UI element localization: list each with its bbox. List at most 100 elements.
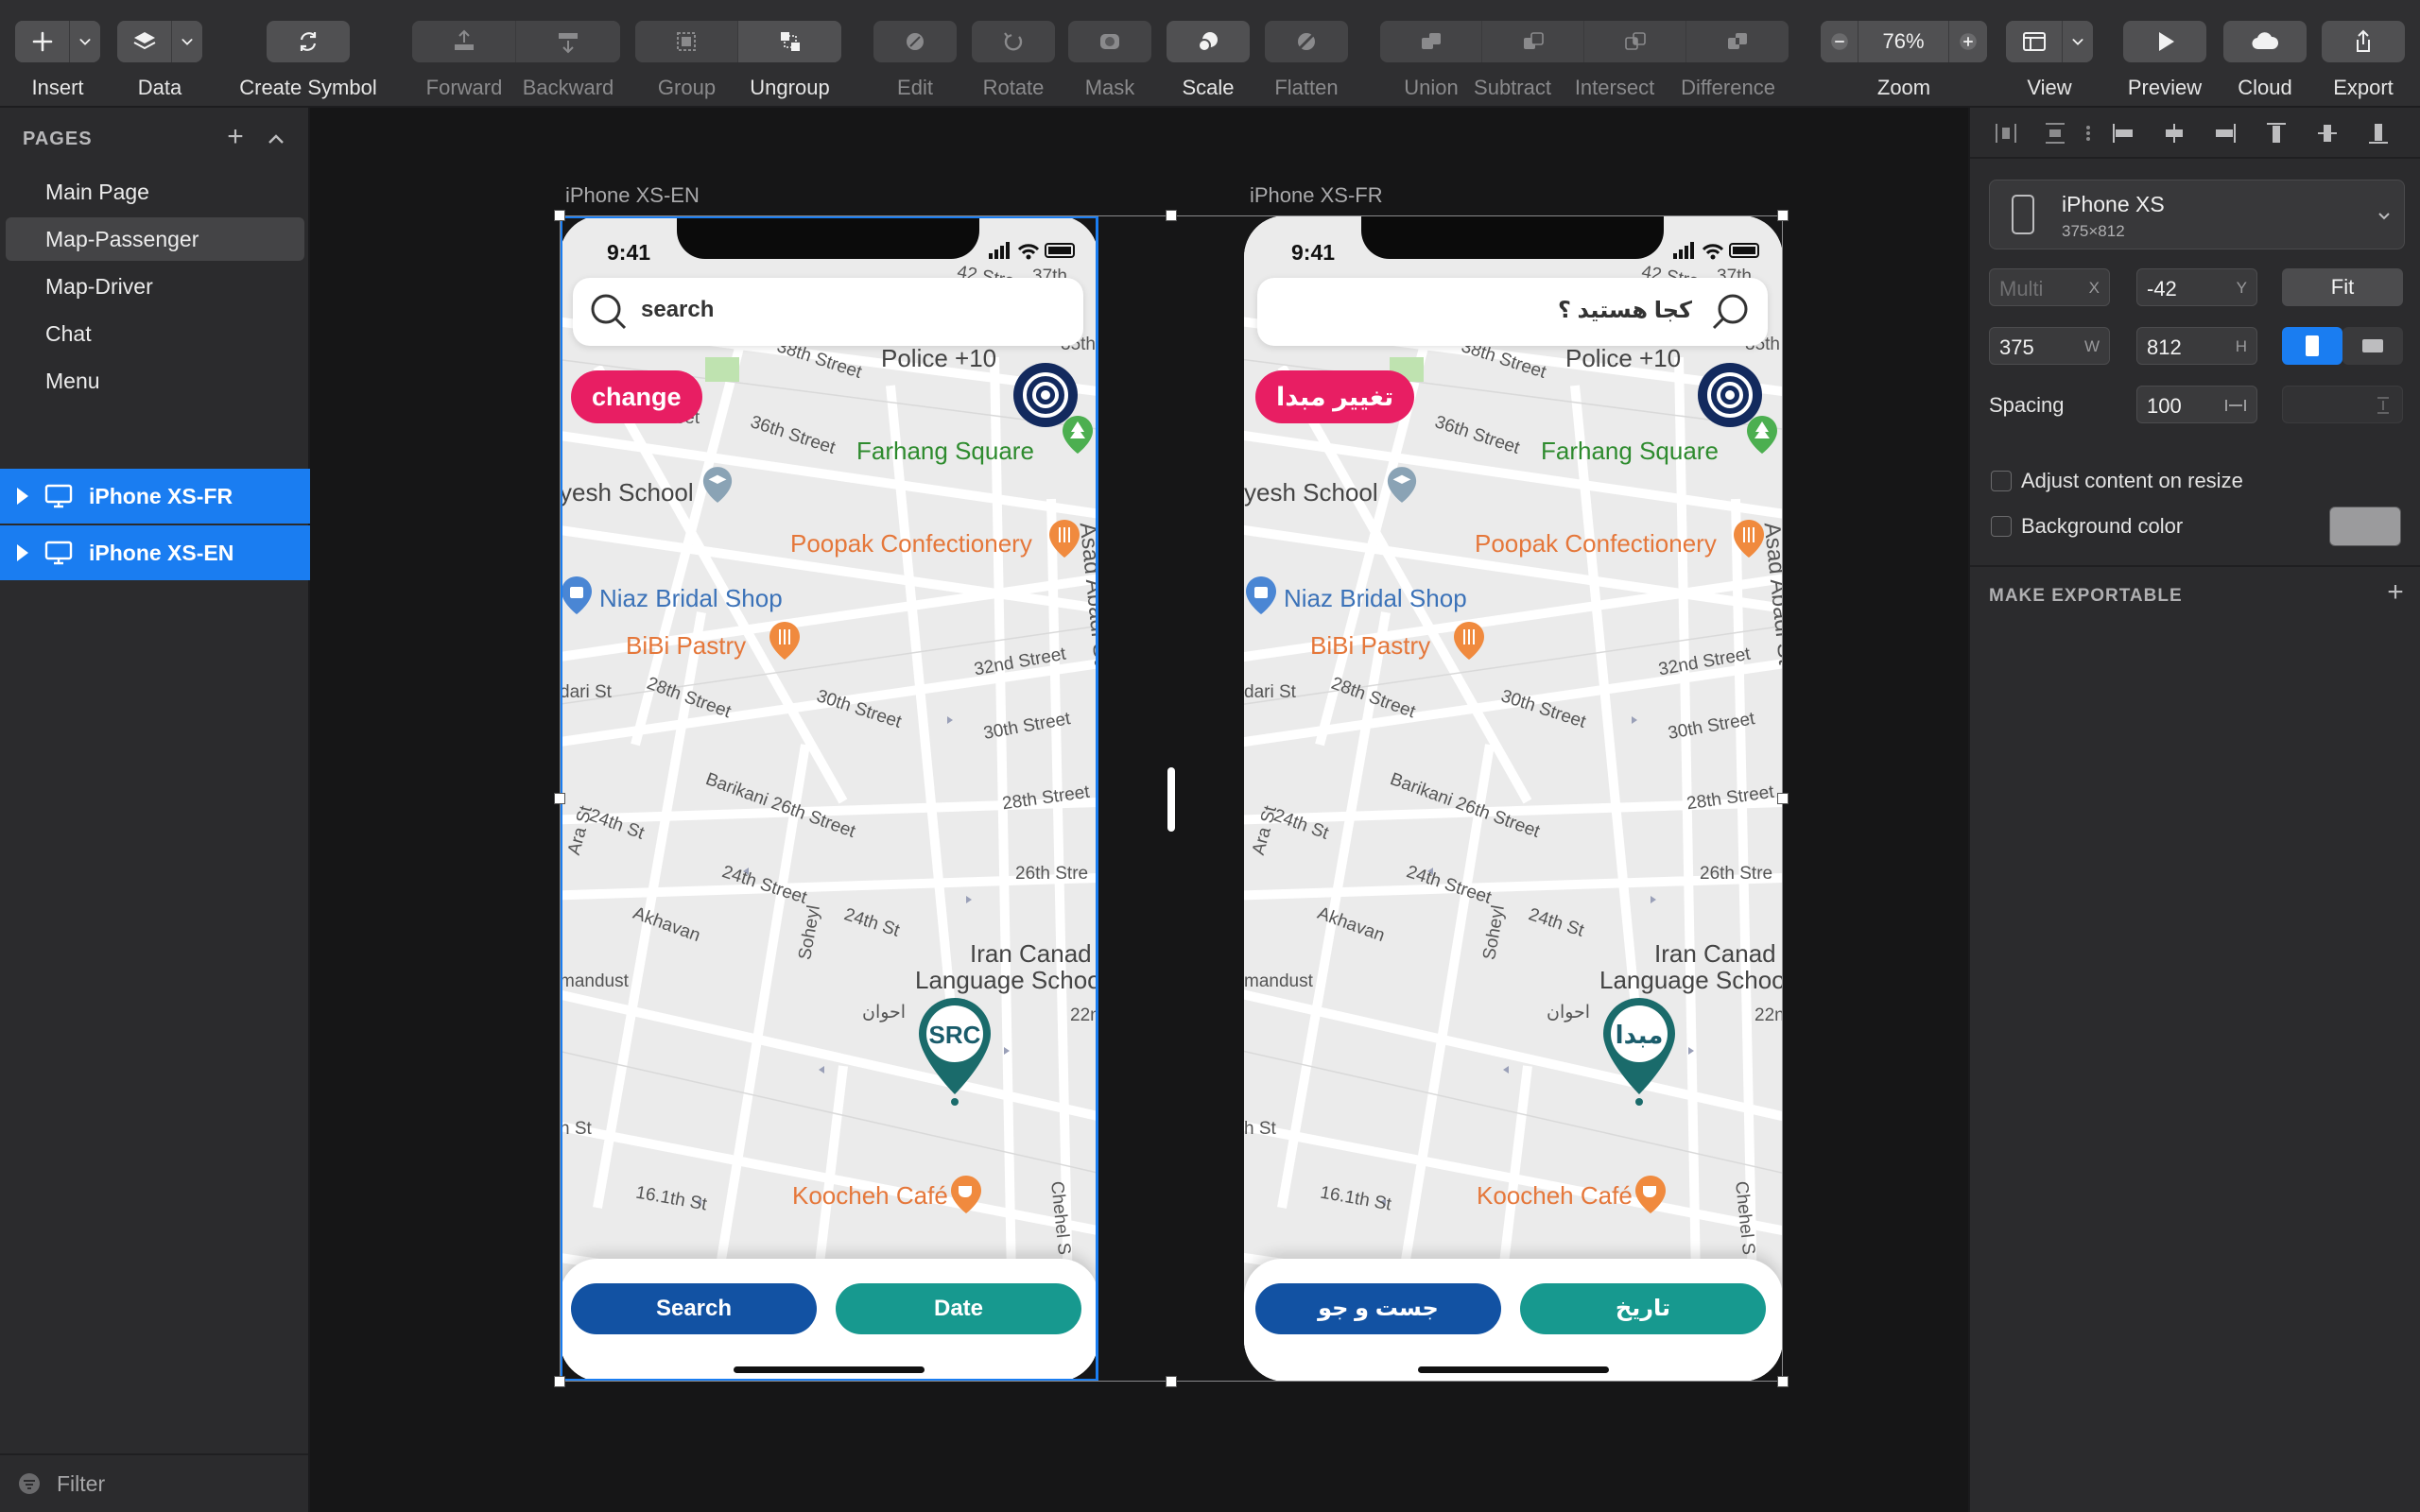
- locate-me-button[interactable]: [1011, 361, 1080, 429]
- more-icon[interactable]: [2083, 120, 2093, 146]
- data-button-group[interactable]: [117, 21, 202, 62]
- edit-button[interactable]: [873, 21, 957, 62]
- resize-handle[interactable]: [554, 1376, 565, 1387]
- change-button[interactable]: تغییر مبدا: [1255, 370, 1415, 423]
- add-export-button[interactable]: +: [2382, 578, 2409, 607]
- page-item-chat[interactable]: Chat: [6, 312, 304, 355]
- mask-button[interactable]: [1068, 21, 1151, 62]
- disclosure-triangle-icon[interactable]: [17, 544, 28, 561]
- landscape-toggle[interactable]: [2342, 327, 2403, 365]
- resize-handle[interactable]: [1777, 793, 1789, 804]
- filter-icon[interactable]: [17, 1471, 42, 1496]
- align-middle-icon[interactable]: [2314, 120, 2341, 146]
- resize-handle[interactable]: [1166, 210, 1177, 221]
- flatten-button[interactable]: [1265, 21, 1348, 62]
- data-dropdown[interactable]: [172, 21, 202, 62]
- map-label-street: mandust: [560, 971, 629, 991]
- search-bar[interactable]: کجا هستید ؟: [1257, 278, 1768, 346]
- distribute-horizontal-icon[interactable]: [1993, 120, 2019, 146]
- fit-button[interactable]: Fit: [2282, 268, 2403, 306]
- resize-handle[interactable]: [1777, 1376, 1789, 1387]
- spacing-handle[interactable]: [1167, 767, 1175, 832]
- layer-item-iphone-xs-en[interactable]: iPhone XS-EN: [0, 525, 310, 580]
- view-button[interactable]: [2006, 21, 2063, 62]
- artboard-title-fr[interactable]: iPhone XS-FR: [1250, 183, 1383, 208]
- forward-button[interactable]: [412, 21, 516, 62]
- create-symbol-button[interactable]: [267, 21, 350, 62]
- artboard-iphone-xs-fr[interactable]: Police +10 38th Street 37th 42 Street 35…: [1244, 215, 1783, 1382]
- map-label-police: Police +10: [881, 344, 997, 372]
- artboard-title-en[interactable]: iPhone XS-EN: [565, 183, 700, 208]
- forward-label: Forward: [425, 76, 503, 99]
- distribute-vertical-icon[interactable]: [2042, 120, 2068, 146]
- align-right-icon[interactable]: [2212, 120, 2238, 146]
- align-center-horizontal-icon[interactable]: [2161, 120, 2187, 146]
- resize-handle[interactable]: [554, 210, 565, 221]
- intersect-button[interactable]: [1584, 21, 1686, 62]
- add-page-button[interactable]: +: [221, 123, 250, 153]
- locate-me-button[interactable]: [1696, 361, 1764, 429]
- x-position-field[interactable]: Multi X: [1989, 268, 2110, 306]
- source-pin-icon[interactable]: [915, 994, 994, 1106]
- align-left-icon[interactable]: [2110, 120, 2136, 146]
- page-item-map-driver[interactable]: Map-Driver: [6, 265, 304, 308]
- filter-input[interactable]: Filter: [57, 1471, 105, 1497]
- height-suffix: H: [2235, 337, 2247, 355]
- insert-button-group[interactable]: [15, 21, 100, 62]
- search-bar[interactable]: search: [573, 278, 1083, 346]
- search-button[interactable]: Search: [571, 1283, 817, 1334]
- cloud-button[interactable]: [2223, 21, 2307, 62]
- group-button[interactable]: [635, 21, 738, 62]
- resize-handle[interactable]: [554, 793, 565, 804]
- create-symbol-group[interactable]: [267, 21, 350, 62]
- background-color-checkbox[interactable]: [1991, 516, 2012, 537]
- export-button[interactable]: [2322, 21, 2405, 62]
- adjust-content-checkbox[interactable]: [1991, 471, 2012, 491]
- y-position-field[interactable]: -42 Y: [2136, 268, 2257, 306]
- view-dropdown[interactable]: [2063, 21, 2093, 62]
- height-field[interactable]: 812 H: [2136, 327, 2257, 365]
- date-button[interactable]: تاریخ: [1520, 1283, 1766, 1334]
- subtract-button[interactable]: [1482, 21, 1584, 62]
- disclosure-triangle-icon[interactable]: [17, 488, 28, 505]
- artboard-iphone-xs-en[interactable]: Police +10 38th Street 37th 42 Street 35…: [560, 215, 1098, 1382]
- restaurant-icon: [1734, 520, 1764, 558]
- page-item-map-passenger[interactable]: Map-Passenger: [6, 217, 304, 261]
- vertical-spacing-field[interactable]: [2282, 386, 2403, 423]
- zoom-level[interactable]: 76%: [1858, 21, 1949, 62]
- chevron-up-icon[interactable]: [263, 127, 289, 153]
- page-item-main-page[interactable]: Main Page: [6, 170, 304, 214]
- backward-button[interactable]: [516, 21, 620, 62]
- canvas[interactable]: iPhone XS-EN Police +10 38th Street 37th…: [312, 110, 1968, 1512]
- insert-button[interactable]: [15, 21, 70, 62]
- align-top-icon[interactable]: [2263, 120, 2290, 146]
- width-field[interactable]: 375 W: [1989, 327, 2110, 365]
- ungroup-button[interactable]: [738, 21, 841, 62]
- change-button[interactable]: change: [571, 370, 702, 423]
- view-button-group[interactable]: [2006, 21, 2093, 62]
- date-button[interactable]: Date: [836, 1283, 1081, 1334]
- source-pin-icon[interactable]: [1599, 994, 1679, 1106]
- page-item-menu[interactable]: Menu: [6, 359, 304, 403]
- portrait-toggle[interactable]: [2282, 327, 2342, 365]
- difference-button[interactable]: [1686, 21, 1789, 62]
- zoom-out-button[interactable]: [1821, 21, 1858, 62]
- refresh-symbol-icon: [300, 32, 317, 51]
- union-button[interactable]: [1380, 21, 1482, 62]
- search-button[interactable]: جست و جو: [1255, 1283, 1501, 1334]
- layer-item-iphone-xs-fr[interactable]: iPhone XS-FR: [0, 469, 310, 524]
- zoom-in-button[interactable]: [1949, 21, 1987, 62]
- data-button[interactable]: [117, 21, 172, 62]
- resize-handle[interactable]: [1777, 210, 1789, 221]
- spacing-field[interactable]: 100: [2136, 386, 2257, 423]
- background-color-swatch[interactable]: [2329, 507, 2401, 546]
- device-preset-select[interactable]: iPhone XS 375×812: [1989, 180, 2405, 249]
- align-bottom-icon[interactable]: [2365, 120, 2392, 146]
- map-label-iran-canada-2: Language Schoo: [1599, 966, 1783, 994]
- artboard-icon: [44, 484, 73, 508]
- insert-dropdown[interactable]: [70, 21, 100, 62]
- scale-button[interactable]: [1167, 21, 1250, 62]
- resize-handle[interactable]: [1166, 1376, 1177, 1387]
- preview-button[interactable]: [2123, 21, 2206, 62]
- rotate-button[interactable]: [972, 21, 1055, 62]
